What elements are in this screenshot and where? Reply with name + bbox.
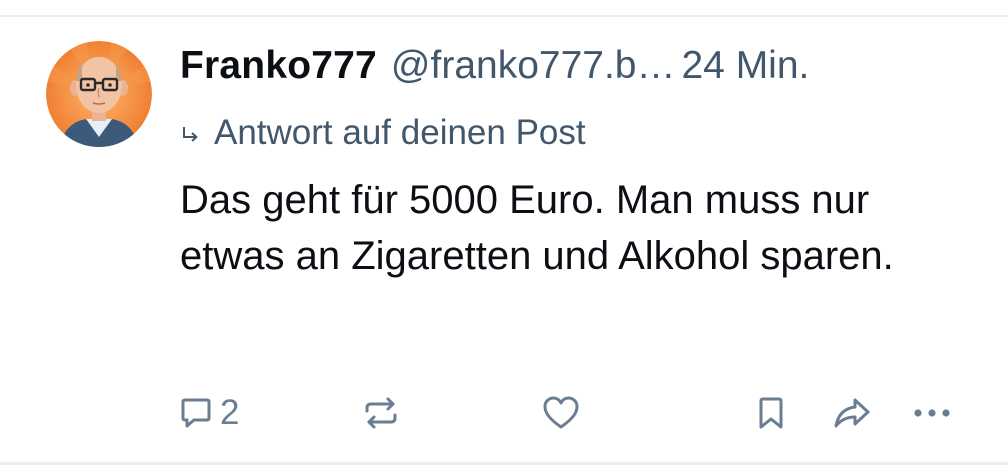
more-options-button[interactable]: [912, 388, 952, 438]
bookmark-icon: [759, 397, 783, 429]
comment-icon: [181, 398, 211, 428]
more-icon: [914, 409, 950, 417]
author-handle[interactable]: @franko777.b…: [391, 44, 676, 88]
reply-count: 2: [220, 393, 240, 432]
bookmark-button[interactable]: [758, 388, 784, 438]
like-button[interactable]: [542, 388, 580, 438]
repost-icon: [365, 397, 397, 429]
top-divider: [0, 15, 1008, 17]
post-timestamp[interactable]: 24 Min.: [681, 44, 809, 88]
share-icon: [834, 398, 870, 428]
author-display-name[interactable]: Franko777: [180, 44, 377, 88]
avatar-image: [46, 41, 152, 147]
heart-icon: [543, 396, 579, 429]
bottom-divider: [0, 462, 1008, 465]
post-header: Franko777 @franko777.b… 24 Min.: [180, 44, 980, 100]
share-button[interactable]: [832, 388, 872, 438]
reply-button[interactable]: 2: [180, 388, 239, 438]
repost-button[interactable]: [363, 388, 399, 438]
avatar[interactable]: [46, 41, 152, 147]
reply-arrow-icon: [183, 127, 198, 142]
post-actions: 2: [0, 388, 1008, 438]
reply-context-label: Antwort auf deinen Post: [214, 113, 586, 152]
post-body: Das geht für 5000 Euro. Man muss nur etw…: [180, 178, 894, 278]
reply-context[interactable]: Antwort auf deinen Post: [180, 110, 586, 156]
post-card[interactable]: Franko777 @franko777.b… 24 Min. Antwort …: [0, 0, 1008, 470]
